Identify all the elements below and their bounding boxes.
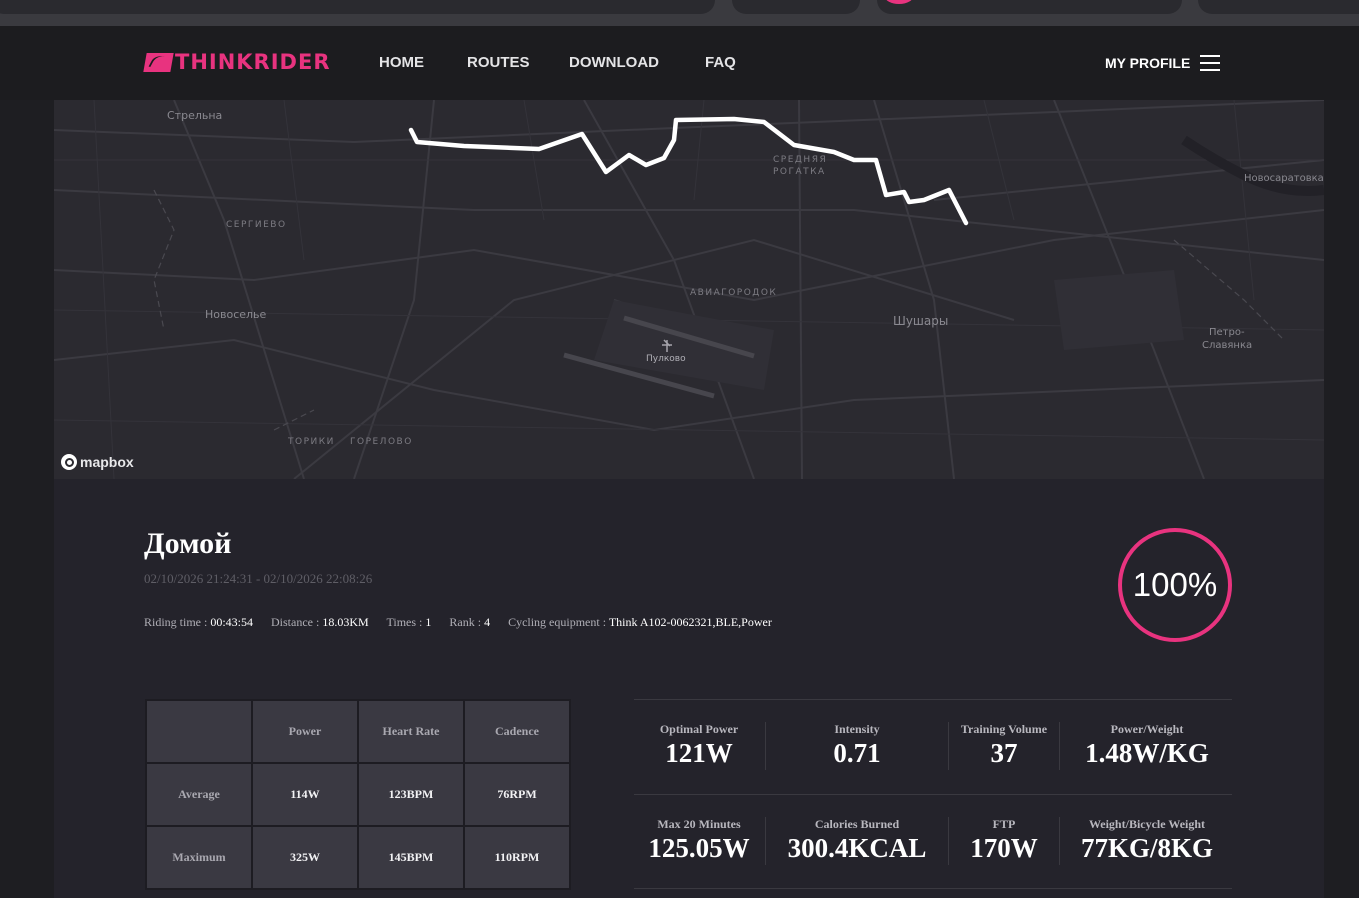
logo-text: THINKRIDER [175, 50, 331, 74]
times-label: Times : [386, 615, 426, 629]
map-label: РОГАТКА [773, 167, 826, 177]
distance-label: Distance : [271, 615, 323, 629]
metric-label: FTP [992, 817, 1016, 831]
table-header-cell: Heart Rate [359, 701, 463, 762]
metric-max-20-minutes: Max 20 Minutes 125.05W [634, 817, 764, 864]
metric-value: 37 [990, 738, 1018, 768]
map-label: Славянка [1202, 340, 1253, 351]
metric-value: 125.05W [648, 833, 750, 863]
mapbox-label: mapbox [80, 454, 134, 470]
table-row-label: Maximum [147, 827, 251, 888]
table-header-row: Power Heart Rate Cadence [147, 701, 569, 762]
map-label: СРЕДНЯЯ [773, 155, 828, 165]
table-header-cell: Power [253, 701, 357, 762]
metric-value: 121W [665, 738, 733, 768]
route-path [408, 116, 969, 226]
metric-value: 77KG/8KG [1080, 833, 1213, 863]
map-streets [54, 100, 1324, 479]
browser-tab[interactable] [877, 0, 1182, 14]
map-label: СЕРГИЕВО [226, 220, 287, 230]
metric-value: 170W [970, 833, 1038, 863]
times-value: 1 [425, 615, 432, 629]
metric-label: Intensity [834, 722, 880, 736]
equipment-value: Think A102-0062321,BLE,Power [608, 615, 772, 629]
metric-power-weight: Power/Weight 1.48W/KG [1062, 722, 1232, 769]
metric-label: Calories Burned [814, 817, 900, 831]
rank-value: 4 [484, 615, 491, 629]
metric-label: Training Volume [960, 722, 1048, 736]
metric-label: Weight/Bicycle Weight [1088, 817, 1206, 831]
browser-tab[interactable] [732, 0, 860, 14]
divider [948, 817, 949, 865]
table-row: Maximum 325W 145BPM 110RPM [147, 827, 569, 888]
route-map[interactable]: Стрельна СЕРГИЕВО Новоселье ТОРИКИ ГОРЕЛ… [54, 100, 1324, 479]
top-navbar: THINKRIDER HOME ROUTES DOWNLOAD FAQ MY P… [0, 26, 1359, 100]
metric-value: 300.4KCAL [787, 833, 927, 863]
map-label: ГОРЕЛОВО [350, 437, 413, 447]
table-cell: 110RPM [465, 827, 569, 888]
metric-label: Optimal Power [659, 722, 739, 736]
rank-label: Rank : [449, 615, 485, 629]
table-cell: 76RPM [465, 764, 569, 825]
table-cell: 114W [253, 764, 357, 825]
stats-table: Power Heart Rate Cadence Average 114W 12… [145, 699, 571, 890]
metrics-row: Optimal Power 121W Intensity 0.71 Traini… [634, 699, 1232, 794]
mapbox-logo-icon [61, 454, 77, 470]
table-header-cell: Cadence [465, 701, 569, 762]
divider [948, 722, 949, 770]
riding-time-label: Riding time : [144, 615, 211, 629]
divider [1059, 722, 1060, 770]
ride-info-bar: Riding time : 00:43:54 Distance : 18.03K… [144, 615, 787, 630]
divider [1059, 817, 1060, 865]
table-cell: 123BPM [359, 764, 463, 825]
distance-value: 18.03KM [322, 615, 369, 629]
ride-date-range: 02/10/2026 21:24:31 - 02/10/2026 22:08:2… [144, 571, 373, 586]
metrics-grid: Optimal Power 121W Intensity 0.71 Traini… [634, 699, 1232, 889]
map-label: Петро- [1209, 327, 1245, 338]
browser-tab-strip [0, 0, 1359, 26]
metric-label: Max 20 Minutes [657, 817, 741, 831]
map-label: АВИАГОРОДОК [690, 288, 778, 298]
metrics-row: Max 20 Minutes 125.05W Calories Burned 3… [634, 794, 1232, 889]
metric-calories-burned: Calories Burned 300.4KCAL [774, 817, 940, 864]
completion-percent: 100% [1132, 566, 1218, 603]
table-cell: 325W [253, 827, 357, 888]
riding-time-value: 00:43:54 [210, 615, 254, 629]
divider [765, 722, 766, 770]
logo-mark-icon [143, 53, 174, 72]
map-label: Новосаратовка [1244, 173, 1324, 184]
my-profile-link[interactable]: MY PROFILE [1105, 55, 1190, 71]
nav-link-download[interactable]: DOWNLOAD [569, 54, 659, 71]
nav-link-home[interactable]: HOME [379, 54, 424, 71]
metric-ftp: FTP 170W [952, 817, 1056, 864]
metric-training-volume: Training Volume 37 [952, 722, 1056, 769]
nav-link-routes[interactable]: ROUTES [467, 54, 530, 71]
map-label: ТОРИКИ [288, 437, 335, 447]
metric-label: Power/Weight [1110, 722, 1184, 736]
map-label: Стрельна [167, 109, 223, 122]
browser-tab[interactable] [0, 0, 715, 14]
ride-title: Домой [144, 527, 232, 560]
mapbox-attribution[interactable]: mapbox [61, 454, 134, 470]
divider [765, 817, 766, 865]
map-label: Шушары [893, 314, 949, 328]
table-row-label: Average [147, 764, 251, 825]
ride-details-panel: Домой 02/10/2026 21:24:31 - 02/10/2026 2… [54, 479, 1324, 898]
table-cell: 145BPM [359, 827, 463, 888]
metric-weight-bicycle-weight: Weight/Bicycle Weight 77KG/8KG [1062, 817, 1232, 864]
nav-link-faq[interactable]: FAQ [705, 54, 736, 71]
metric-value: 1.48W/KG [1085, 738, 1209, 768]
table-header-cell [147, 701, 251, 762]
map-label: Новоселье [205, 308, 267, 321]
metric-optimal-power: Optimal Power 121W [634, 722, 764, 769]
metric-intensity: Intensity 0.71 [782, 722, 932, 769]
completion-ring: 100% [1118, 528, 1232, 642]
browser-tab[interactable] [1198, 0, 1359, 14]
metric-value: 0.71 [833, 738, 881, 768]
hamburger-menu-icon[interactable] [1200, 55, 1220, 71]
equipment-label: Cycling equipment : [508, 615, 609, 629]
map-label: Пулково [646, 354, 686, 364]
thinkrider-logo[interactable]: THINKRIDER [143, 50, 331, 74]
table-row: Average 114W 123BPM 76RPM [147, 764, 569, 825]
